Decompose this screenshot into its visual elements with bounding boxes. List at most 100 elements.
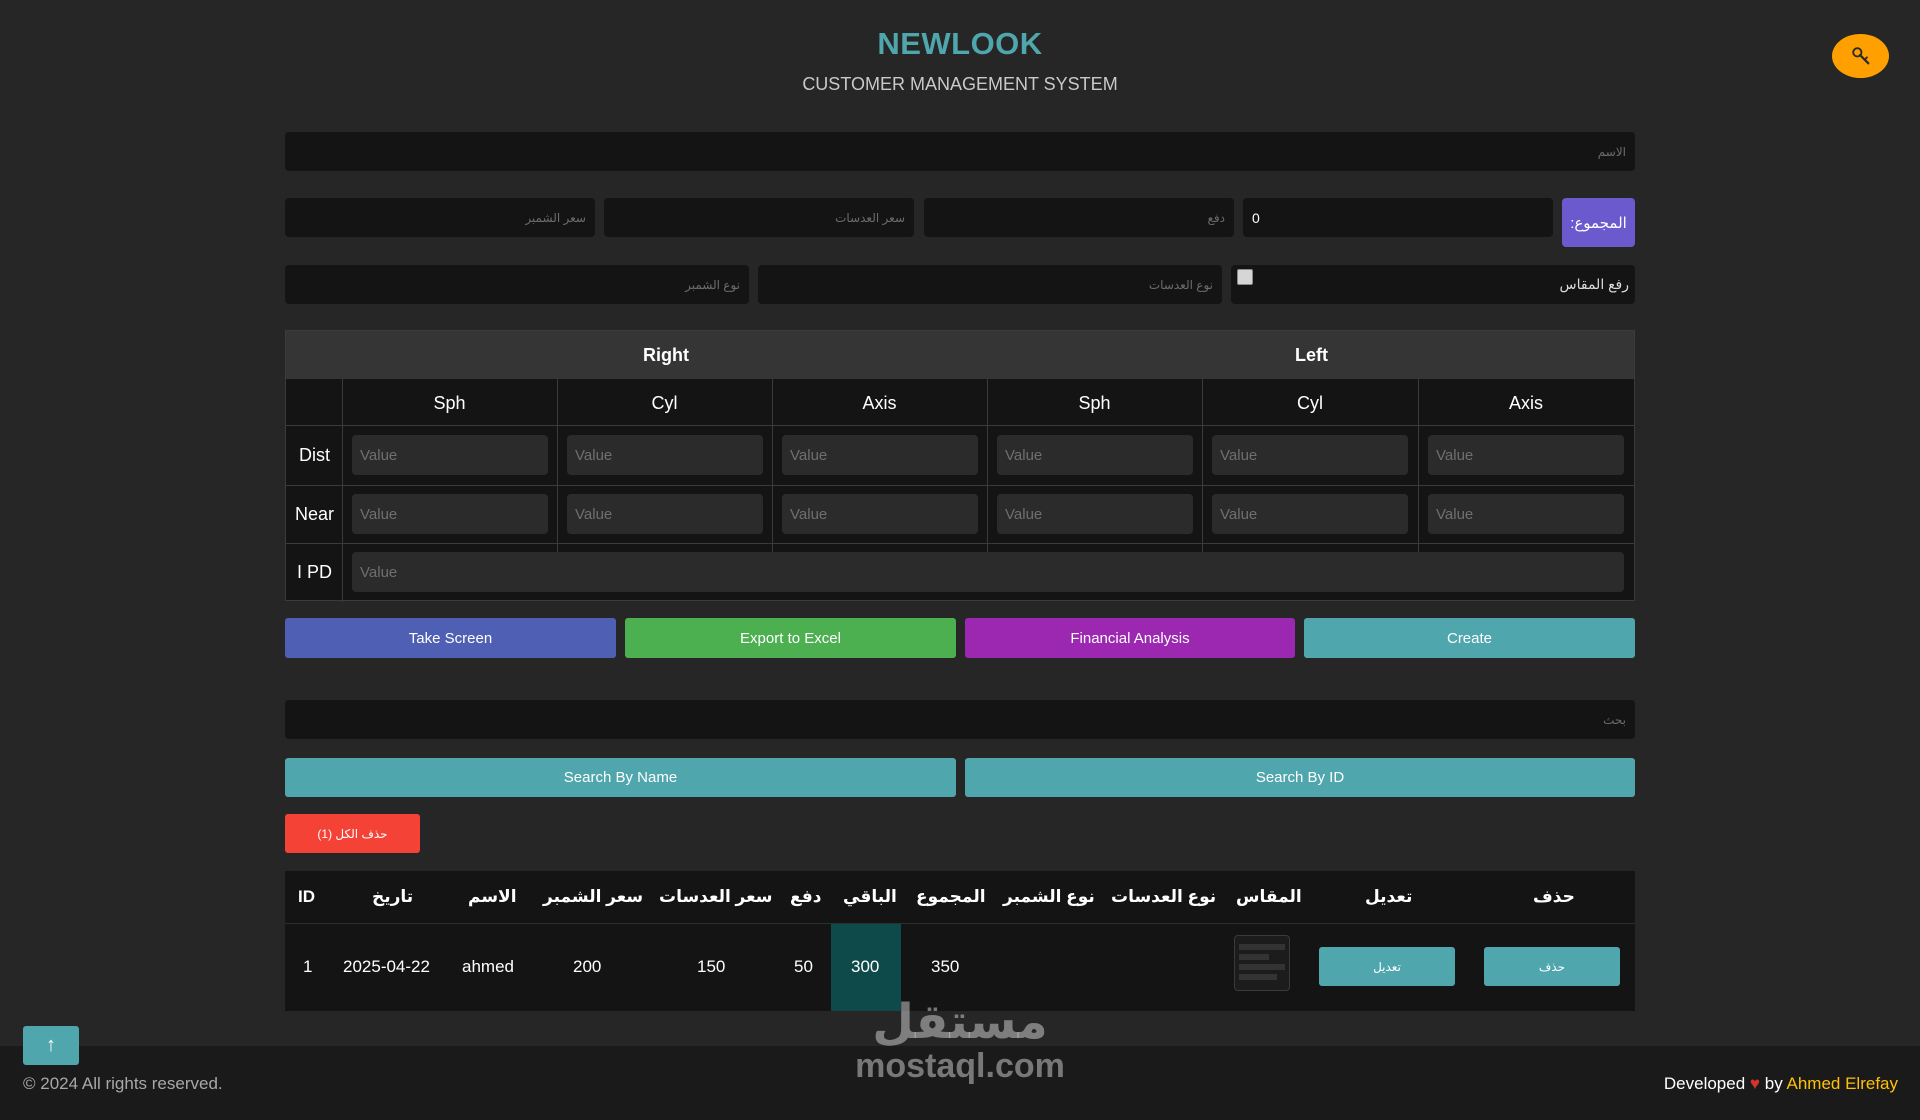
lens-type-input[interactable]: نوع العدسات — [758, 265, 1222, 304]
rx-column-headers: Sph Cyl Axis Sph Cyl Axis — [286, 379, 1634, 426]
measure-upload[interactable]: رفع المقاس — [1231, 265, 1635, 304]
rx-placeholder: Value — [360, 563, 398, 581]
col-name: الاسم — [468, 887, 517, 906]
rx-placeholder: Value — [1436, 446, 1474, 464]
rx-divider — [1202, 379, 1203, 554]
name-input[interactable]: الاسم — [285, 132, 1635, 171]
delete-button[interactable]: حذف — [1484, 947, 1620, 986]
arrow-up-icon: ↑ — [46, 1034, 56, 1056]
col-frame-type: نوع الشمبر — [1003, 887, 1095, 906]
cell-id: 1 — [303, 957, 313, 976]
broken-image-icon — [1237, 269, 1253, 285]
search-input[interactable]: بحث — [285, 700, 1635, 739]
name-placeholder: الاسم — [1597, 144, 1626, 159]
rx-divider — [286, 485, 1634, 486]
edit-button[interactable]: تعديل — [1319, 947, 1455, 986]
rx-placeholder: Value — [1220, 446, 1258, 464]
rx-placeholder: Value — [1005, 505, 1043, 523]
rx-dist-left-cyl[interactable]: Value — [1212, 435, 1408, 475]
thumbnail-line — [1239, 974, 1277, 980]
developed-text: Developed — [1663, 1074, 1746, 1093]
rx-ipd-input[interactable]: Value — [352, 552, 1624, 592]
copyright: © 2024 All rights reserved. — [23, 1074, 223, 1093]
cell-total: 350 — [931, 957, 960, 976]
cell-name: ahmed — [462, 957, 514, 976]
rx-col-header: Axis — [862, 393, 897, 413]
col-measure: المقاس — [1236, 887, 1302, 906]
rx-col-header: Axis — [1508, 393, 1543, 413]
rx-placeholder: Value — [1005, 446, 1043, 464]
col-delete: حذف — [1533, 887, 1575, 906]
total-field: 0 — [1243, 198, 1553, 237]
rx-near-left-sph[interactable]: Value — [997, 494, 1193, 534]
table-header: ID تاريخ الاسم سعر الشمبر سعر العدسات دف… — [285, 871, 1635, 924]
search-placeholder: بحث — [1603, 712, 1626, 727]
cell-payment: 50 — [794, 957, 813, 976]
heart-icon: ♥ — [1749, 1074, 1760, 1093]
rx-dist-right-sph[interactable]: Value — [352, 435, 548, 475]
author-name[interactable]: Ahmed Elrefay — [1787, 1074, 1899, 1093]
rx-left-header: Left — [1295, 345, 1328, 365]
rx-dist-right-axis[interactable]: Value — [782, 435, 978, 475]
create-button[interactable]: Create — [1304, 618, 1635, 658]
rx-placeholder: Value — [790, 505, 828, 523]
developer-credit: Developed ♥ by Ahmed Elrefay — [1664, 1074, 1898, 1094]
cell-lens-price: 150 — [697, 957, 726, 976]
settings-key-button[interactable] — [1832, 34, 1889, 78]
search-by-name-button[interactable]: Search By Name — [285, 758, 956, 797]
take-screen-button[interactable]: Take Screen — [285, 618, 616, 658]
thumbnail-line — [1239, 944, 1285, 950]
col-edit: تعديل — [1365, 887, 1413, 906]
prescription-table: Right Left Sph Cyl Axis Sph Cyl Axis Dis… — [285, 330, 1635, 602]
rx-row-label-near: Near — [295, 504, 335, 524]
col-frame-price: سعر الشمبر — [543, 887, 644, 906]
rx-placeholder: Value — [1220, 505, 1258, 523]
payment-input[interactable]: دفع — [924, 198, 1234, 237]
watermark: مستقل mostaql.com — [842, 996, 1078, 1085]
financial-analysis-button[interactable]: Financial Analysis — [965, 618, 1295, 658]
search-by-id-button[interactable]: Search By ID — [965, 758, 1635, 797]
frame-price-placeholder: سعر الشمبر — [525, 210, 586, 225]
rx-near-left-cyl[interactable]: Value — [1212, 494, 1408, 534]
frame-type-input[interactable]: نوع الشمبر — [285, 265, 749, 304]
scroll-top-button[interactable]: ↑ — [23, 1026, 79, 1065]
rx-divider — [557, 379, 558, 554]
cell-date: 2025-04-22 — [343, 957, 430, 976]
rx-divider — [987, 379, 988, 554]
rx-near-right-sph[interactable]: Value — [352, 494, 548, 534]
rx-near-left-axis[interactable]: Value — [1428, 494, 1624, 534]
rx-dist-left-sph[interactable]: Value — [997, 435, 1193, 475]
frame-price-input[interactable]: سعر الشمبر — [285, 198, 595, 237]
page-subtitle: CUSTOMER MANAGEMENT SYSTEM — [802, 74, 1118, 94]
rx-placeholder: Value — [360, 446, 398, 464]
rx-row-label-ipd: I PD — [297, 562, 333, 582]
total-value: 0 — [1252, 209, 1260, 226]
rx-col-header: Cyl — [651, 393, 678, 413]
rx-col-header: Sph — [1078, 393, 1111, 413]
by-text: by — [1764, 1074, 1783, 1093]
rx-divider — [1418, 379, 1419, 554]
rx-dist-left-axis[interactable]: Value — [1428, 435, 1624, 475]
col-id: ID — [298, 887, 315, 906]
export-excel-button[interactable]: Export to Excel — [625, 618, 956, 658]
rx-near-right-cyl[interactable]: Value — [567, 494, 763, 534]
col-lens-type: نوع العدسات — [1111, 887, 1217, 906]
cell-remaining: 300 — [851, 957, 880, 976]
watermark-latin: mostaql.com — [855, 1047, 1065, 1085]
measure-thumbnail[interactable] — [1234, 935, 1290, 991]
frame-type-placeholder: نوع الشمبر — [685, 277, 740, 292]
thumbnail-line — [1239, 954, 1269, 960]
col-lens-price: سعر العدسات — [659, 887, 773, 906]
payment-placeholder: دفع — [1207, 210, 1225, 225]
total-label: المجموع: — [1562, 198, 1635, 247]
rx-placeholder: Value — [360, 505, 398, 523]
upload-label: رفع المقاس — [1559, 276, 1629, 292]
delete-all-button[interactable]: حذف الكل (1) — [285, 814, 420, 853]
rx-dist-right-cyl[interactable]: Value — [567, 435, 763, 475]
lens-price-input[interactable]: سعر العدسات — [604, 198, 914, 237]
rx-placeholder: Value — [790, 446, 828, 464]
rx-near-right-axis[interactable]: Value — [782, 494, 978, 534]
watermark-arabic: مستقل — [872, 996, 1048, 1049]
customers-table: ID تاريخ الاسم سعر الشمبر سعر العدسات دف… — [285, 871, 1635, 1011]
thumbnail-line — [1239, 964, 1285, 970]
